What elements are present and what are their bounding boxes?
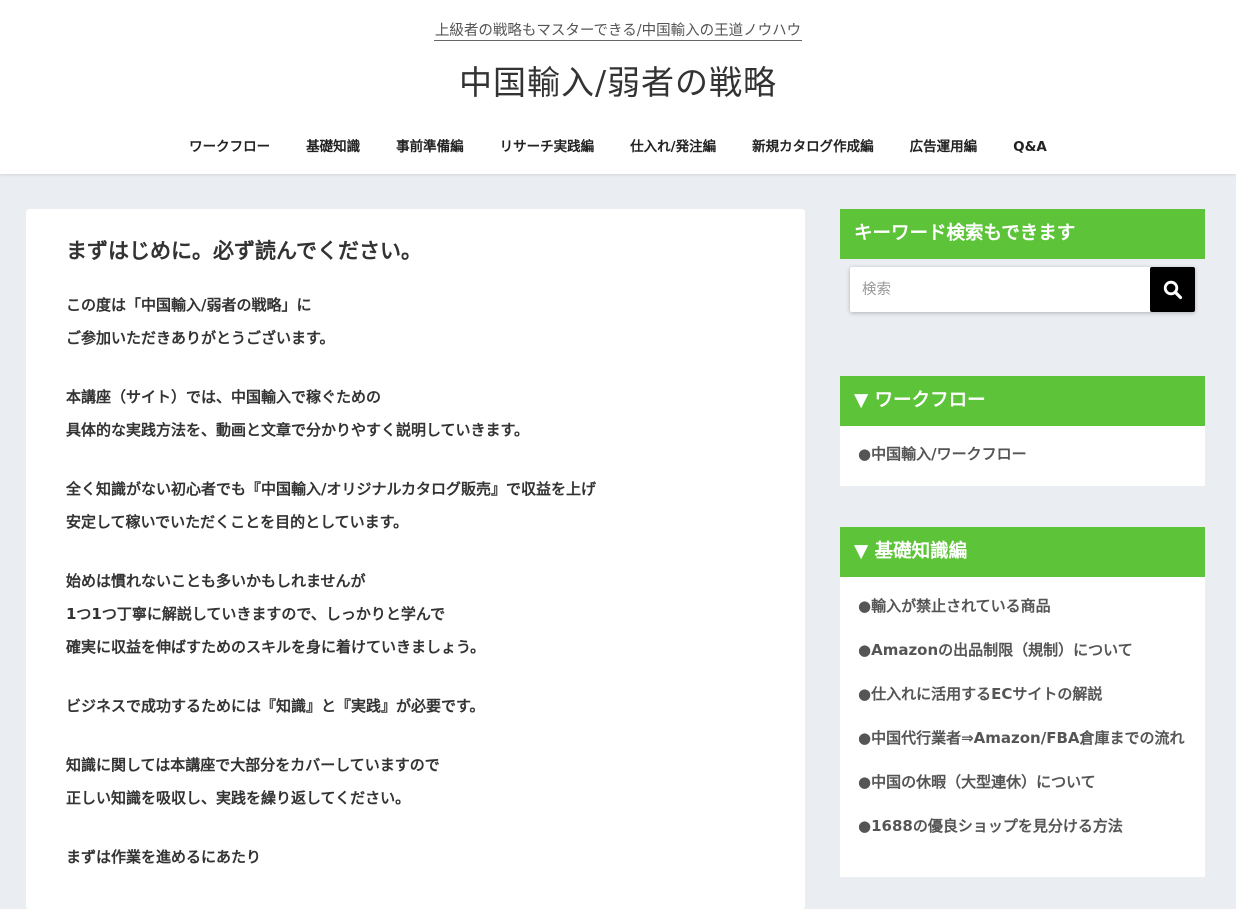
basics-link[interactable]: ●Amazonの出品制限（規制）について [858, 635, 1187, 665]
article-line: 正しい知識を吸収し、実践を繰り返してください。 [66, 789, 411, 807]
article-paragraph: この度は「中国輸入/弱者の戦略」に ご参加いただきありがとうございます。 [66, 289, 766, 355]
article-line: 1つ1つ丁寧に解説していきますので、しっかりと学んで [66, 605, 446, 623]
article-line: まずは作業を進めるにあたり [66, 848, 262, 866]
article-line: 具体的な実践方法を、動画と文章で分かりやすく説明していきます。 [66, 421, 530, 439]
article-line: 始めは慣れないことも多いかもしれませんが [66, 572, 366, 590]
article-line: 全く知識がない初心者でも『中国輸入/オリジナルカタログ販売』で収益を上げ [66, 480, 597, 498]
global-nav: ワークフロー 基礎知識 事前準備編 リサーチ実践編 仕入れ/発注編 新規カタログ… [0, 134, 1236, 160]
article-line: この度は「中国輸入/弱者の戦略」に [66, 296, 312, 314]
site-header: 上級者の戦略もマスターできる/中国輸入の王道ノウハウ 中国輸入/弱者の戦略 ワー… [0, 0, 1236, 174]
article-paragraph: 知識に関しては本講座で大部分をカバーしていますので 正しい知識を吸収し、実践を繰… [66, 749, 766, 815]
search-button[interactable] [1150, 267, 1195, 312]
search-icon [1163, 280, 1182, 299]
basics-link[interactable]: ●1688の優良ショップを見分ける方法 [858, 811, 1187, 841]
basics-widget-body: ●輸入が禁止されている商品 ●Amazonの出品制限（規制）について ●仕入れに… [840, 577, 1205, 877]
article-line: ビジネスで成功するためには『知識』と『実践』が必要です。 [66, 697, 485, 715]
article-paragraph: 本講座（サイト）では、中国輸入で稼ぐための 具体的な実践方法を、動画と文章で分か… [66, 381, 766, 447]
nav-item-purchasing[interactable]: 仕入れ/発注編 [630, 134, 716, 160]
nav-item-catalog[interactable]: 新規カタログ作成編 [752, 134, 874, 160]
article-paragraph: ビジネスで成功するためには『知識』と『実践』が必要です。 [66, 690, 766, 723]
article-line: 確実に収益を伸ばすためのスキルを身に着けていきましょう。 [66, 638, 486, 656]
article-line: ご参加いただきありがとうございます。 [66, 329, 335, 347]
basics-link[interactable]: ●輸入が禁止されている商品 [858, 591, 1187, 621]
basics-link[interactable]: ●中国の休暇（大型連休）について [858, 767, 1187, 797]
nav-item-preparation[interactable]: 事前準備編 [396, 134, 464, 160]
nav-item-basics[interactable]: 基礎知識 [306, 134, 360, 160]
article-line: 安定して稼いでいただくことを目的としています。 [66, 513, 409, 531]
nav-item-ads[interactable]: 広告運用編 [910, 134, 978, 160]
site-title[interactable]: 中国輸入/弱者の戦略 [0, 60, 1236, 106]
nav-item-workflow[interactable]: ワークフロー [189, 134, 270, 160]
search-widget-title: キーワード検索もできます [840, 209, 1205, 259]
nav-item-qa[interactable]: Q&A [1013, 134, 1047, 160]
article-paragraph: 全く知識がない初心者でも『中国輸入/オリジナルカタログ販売』で収益を上げ 安定し… [66, 473, 766, 539]
workflow-link[interactable]: ●中国輸入/ワークフロー [858, 439, 1187, 469]
article-title: まずはじめに。必ず読んでください。 [66, 239, 422, 263]
workflow-widget-body: ●中国輸入/ワークフロー [840, 426, 1205, 486]
workflow-widget-title: ▼ ワークフロー [840, 376, 1205, 426]
article-line: 知識に関しては本講座で大部分をカバーしていますので [66, 756, 440, 774]
search-input[interactable] [850, 267, 1150, 312]
nav-item-research[interactable]: リサーチ実践編 [500, 134, 595, 160]
basics-widget-title: ▼ 基礎知識編 [840, 527, 1205, 577]
search-form [850, 267, 1195, 312]
article-paragraph: 始めは慣れないことも多いかもしれませんが 1つ1つ丁寧に解説していきますので、し… [66, 565, 766, 664]
site-tagline: 上級者の戦略もマスターできる/中国輸入の王道ノウハウ [0, 21, 1236, 41]
site-tagline-text: 上級者の戦略もマスターできる/中国輸入の王道ノウハウ [433, 23, 803, 41]
main-content: まずはじめに。必ず読んでください。 この度は「中国輸入/弱者の戦略」に ご参加い… [26, 209, 805, 909]
article-line: 本講座（サイト）では、中国輸入で稼ぐための [66, 388, 382, 406]
article-body: この度は「中国輸入/弱者の戦略」に ご参加いただきありがとうございます。 本講座… [66, 289, 766, 900]
basics-link[interactable]: ●中国代行業者⇒Amazon/FBA倉庫までの流れ [858, 723, 1187, 753]
basics-link[interactable]: ●仕入れに活用するECサイトの解説 [858, 679, 1187, 709]
